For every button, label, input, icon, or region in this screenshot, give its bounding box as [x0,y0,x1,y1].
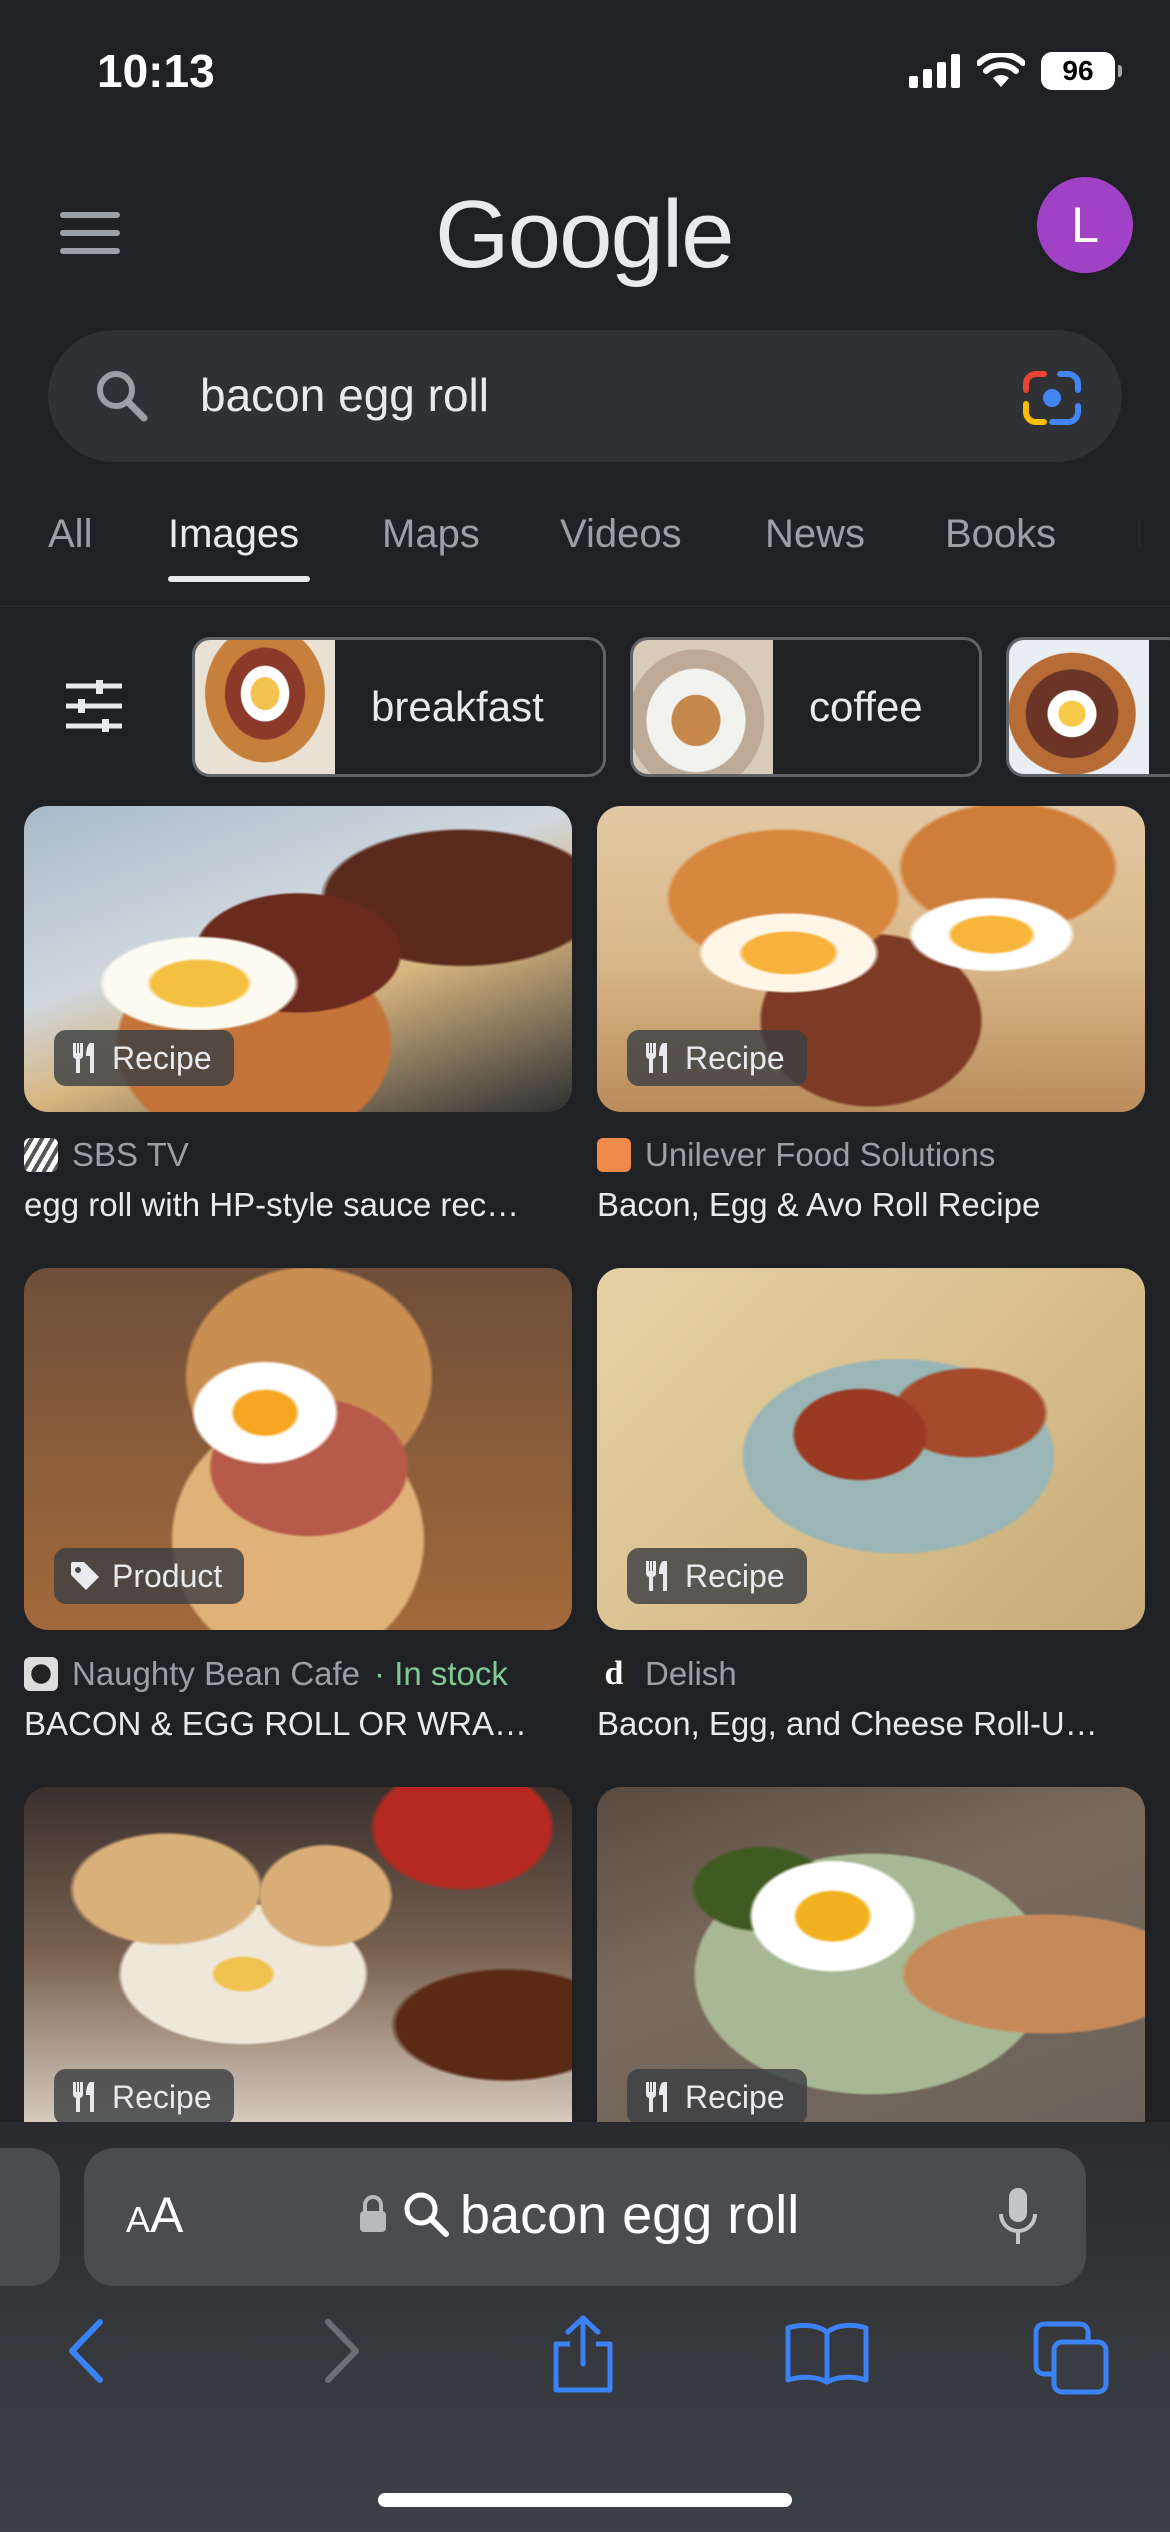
google-lens-icon[interactable] [1022,370,1082,426]
result-badge: Product [54,1548,245,1604]
home-indicator [378,2493,792,2507]
search-tabs: All Images Maps Videos News Books Fl [0,460,1170,610]
search-icon [404,2192,449,2237]
previous-tab-peek[interactable] [0,2148,60,2286]
result-badge: Recipe [54,1030,234,1086]
back-icon[interactable] [62,2316,112,2386]
bookmarks-icon[interactable] [784,2320,870,2386]
badge-label: Product [112,1557,223,1594]
result-badge: Recipe [627,1030,807,1086]
unilever-favicon [597,1138,631,1172]
result-source[interactable]: Unilever Food Solutions [597,1136,995,1174]
tab-maps[interactable]: Maps [382,512,480,557]
tabs-icon[interactable] [1032,2320,1112,2396]
status-icons: 96 [909,52,1122,90]
result-title[interactable]: Bacon, Egg & Avo Roll Recipe [597,1186,1040,1224]
search-query[interactable]: bacon egg roll [200,368,489,422]
result-image[interactable]: Recipe [597,806,1145,1112]
tabs-fade [1100,460,1170,605]
badge-label: Recipe [685,1039,785,1076]
menu-icon[interactable] [60,212,120,254]
result-image[interactable]: Recipe [597,1787,1145,2127]
cafe-favicon [24,1657,58,1691]
fork-knife-icon [645,2082,667,2112]
badge-label: Recipe [112,1039,212,1076]
result-image[interactable]: Recipe [24,1787,572,2127]
fork-knife-icon [645,1561,667,1591]
share-icon[interactable] [548,2314,618,2394]
result-badge: Recipe [627,1548,807,1604]
badge-label: Recipe [112,2078,212,2115]
delish-favicon: d [597,1657,631,1691]
source-name: Naughty Bean Cafe [72,1655,361,1692]
source-name: Delish [645,1655,737,1692]
fork-knife-icon [645,1043,667,1073]
address-bar[interactable]: AA bacon egg roll [84,2148,1086,2286]
chip-thumbnail [633,640,773,774]
result-title[interactable]: Bacon, Egg, and Cheese Roll-U… [597,1705,1098,1743]
result-source[interactable]: Naughty Bean Cafe · In stock [24,1655,508,1693]
tab-images[interactable]: Images [168,512,299,557]
result-badge: Recipe [54,2069,234,2125]
forward-icon[interactable] [316,2316,366,2386]
active-tab-indicator [168,576,310,582]
result-image[interactable]: Recipe [24,806,572,1112]
chip-coffee[interactable]: coffee [630,637,982,777]
result-source[interactable]: SBS TV [24,1136,189,1174]
result-title[interactable]: BACON & EGG ROLL OR WRA… [24,1705,527,1743]
wifi-icon [977,53,1025,87]
filter-icon[interactable] [64,680,124,732]
google-logo[interactable]: Google [435,180,735,290]
chip-more[interactable] [1006,637,1170,777]
fork-knife-icon [72,2082,94,2112]
tab-books[interactable]: Books [945,512,1056,557]
tab-news[interactable]: News [765,512,865,557]
divider [0,605,1170,607]
result-image[interactable]: Product [24,1268,572,1630]
search-box[interactable]: bacon egg roll [48,330,1122,462]
battery-icon: 96 [1041,52,1122,90]
search-icon [97,371,148,422]
source-name: Unilever Food Solutions [645,1136,996,1173]
address-url[interactable]: bacon egg roll [460,2184,799,2246]
result-badge: Recipe [627,2069,807,2125]
result-title[interactable]: egg roll with HP-style sauce rec… [24,1186,519,1224]
tab-all[interactable]: All [48,512,92,557]
tab-videos[interactable]: Videos [560,512,682,557]
tag-icon [71,1562,99,1590]
status-time: 10:13 [97,45,215,97]
chip-thumbnail [1009,640,1149,774]
text-size-button[interactable]: AA [126,2186,183,2244]
badge-label: Recipe [685,2078,785,2115]
chip-breakfast[interactable]: breakfast [192,637,606,777]
chip-label: coffee [809,683,923,730]
chip-thumbnail [195,640,335,774]
stock-status: · In stock [374,1655,508,1692]
sbs-favicon [24,1138,58,1172]
microphone-icon[interactable] [996,2186,1040,2248]
fork-knife-icon [72,1043,94,1073]
result-image[interactable]: Recipe [597,1268,1145,1630]
lock-icon [360,2195,386,2232]
account-avatar[interactable]: L [1037,177,1133,273]
chip-label: breakfast [371,683,544,730]
badge-label: Recipe [685,1557,785,1594]
cellular-signal-icon [909,54,960,88]
source-name: SBS TV [72,1136,189,1173]
result-source[interactable]: d Delish [597,1655,737,1693]
